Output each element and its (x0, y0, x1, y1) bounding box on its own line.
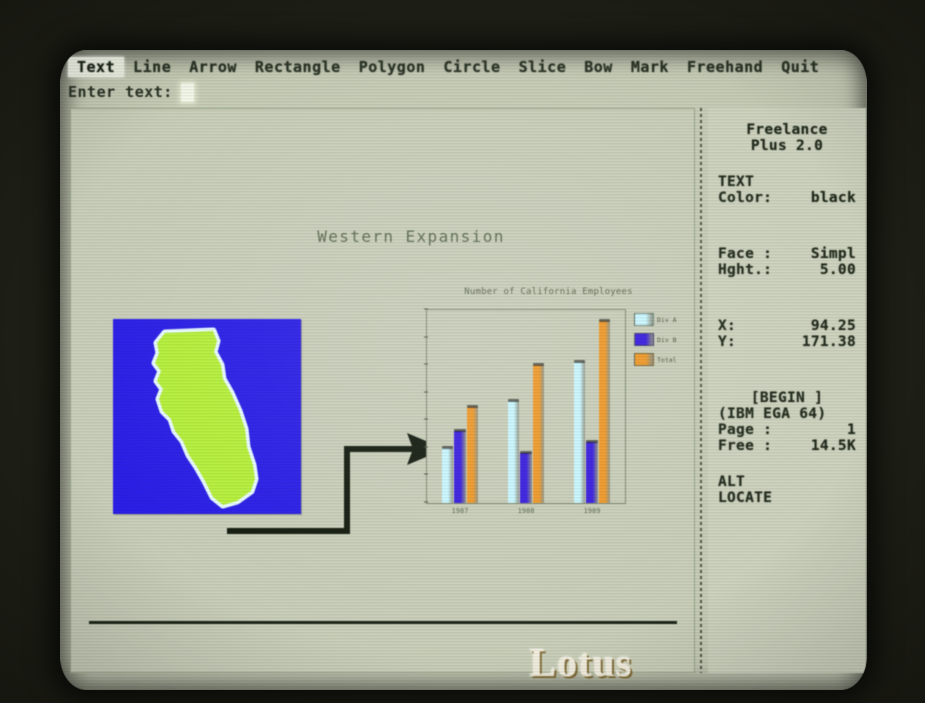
page-value: 1 (846, 422, 856, 438)
menu-item-slice[interactable]: Slice (510, 57, 576, 77)
legend-swatch (634, 333, 654, 346)
y-label: Y: (718, 334, 737, 350)
x-value: 94.25 (810, 318, 856, 334)
legend-swatch (634, 353, 654, 366)
screen: Text Line Arrow Rectangle Polygon Circle Slice… (60, 50, 867, 690)
y-tick-mark (424, 501, 428, 503)
y-coordinate: Y: 171.38 (718, 334, 856, 350)
face-value: Simpl (810, 246, 856, 262)
slide-canvas[interactable]: Western Expansion Number of California E… (70, 108, 695, 685)
legend-swatch (634, 313, 654, 326)
bar-1989-total (598, 319, 611, 503)
enter-text-label: Enter text: (68, 83, 173, 101)
bar-cap (532, 363, 545, 367)
menu-item-text[interactable]: Text (68, 57, 125, 77)
x-axis-label: 1988 (517, 507, 535, 515)
face-setting[interactable]: Face : Simpl (718, 246, 856, 262)
bar-1987-div-b (454, 429, 466, 503)
status-panel: Freelance Plus 2.0 TEXT Color: black Fac… (708, 108, 866, 673)
y-tick-mark (424, 391, 428, 393)
text-entry-line[interactable]: Enter text: (68, 80, 194, 104)
text-cursor[interactable] (180, 82, 194, 102)
x-label: X: (718, 318, 737, 334)
color-setting[interactable]: Color: black (718, 190, 856, 206)
menu-item-freehand[interactable]: Freehand (678, 57, 772, 77)
slide-title[interactable]: Western Expansion (286, 227, 536, 246)
chart-legend: Div A Div B Total (634, 313, 680, 373)
free-value: 14.5K (810, 438, 856, 454)
y-tick-mark (424, 363, 428, 365)
free-label: Free : (718, 438, 773, 454)
bar-cap (507, 399, 520, 402)
legend-item-total: Total (634, 353, 680, 366)
menu-bar[interactable]: Text Line Arrow Rectangle Polygon Circle Slice… (60, 54, 867, 80)
menu-item-arrow[interactable]: Arrow (180, 57, 246, 77)
menu-item-circle[interactable]: Circle (434, 57, 509, 77)
menu-item-polygon[interactable]: Polygon (350, 57, 435, 77)
free-memory: Free : 14.5K (718, 438, 856, 454)
y-tick-mark (424, 473, 428, 475)
y-tick-mark (424, 446, 428, 448)
bar-cap (520, 451, 532, 455)
mode-heading: TEXT (718, 174, 755, 190)
height-label: Hght.: (718, 262, 773, 278)
y-tick-mark (424, 308, 428, 310)
legend-label: Total (657, 355, 677, 364)
page-label: Page : (718, 422, 773, 438)
bar-cap (441, 445, 454, 449)
app-version: Plus 2.0 (750, 138, 824, 154)
begin-marker: [BEGIN ] (750, 390, 824, 406)
bar-cap (598, 319, 611, 323)
x-coordinate: X: 94.25 (718, 318, 856, 334)
display-device: (IBM EGA 64) (718, 406, 827, 422)
x-axis-label: 1987 (451, 507, 469, 515)
bar-1988-div-a (507, 399, 520, 503)
x-axis-label: 1989 (583, 507, 601, 515)
bar-chart-graphic[interactable]: Number of California Employees 1987 1988 1… (416, 287, 681, 537)
alt-key-indicator: ALT (718, 474, 746, 490)
legend-label: Div A (657, 315, 677, 324)
bar-cap (573, 360, 586, 364)
face-label: Face : (718, 246, 773, 262)
menu-item-quit[interactable]: Quit (772, 57, 828, 77)
chart-plot-area: 1987 1988 1989 (424, 308, 626, 515)
color-value: black (810, 190, 856, 206)
menu-item-mark[interactable]: Mark (622, 57, 678, 77)
bar-1989-div-b (586, 440, 598, 503)
height-value: 5.00 (819, 262, 856, 278)
app-name: Freelance (746, 122, 828, 138)
y-tick-mark (424, 336, 428, 338)
crt-monitor-photo: Text Line Arrow Rectangle Polygon Circle Slice… (0, 0, 925, 703)
y-tick-mark (424, 418, 428, 420)
locate-key-indicator: LOCATE (718, 490, 773, 506)
menu-item-rectangle[interactable]: Rectangle (246, 57, 350, 77)
bar-1987-total (466, 404, 479, 503)
color-label: Color: (718, 190, 773, 206)
legend-label: Div B (657, 335, 677, 344)
legend-item-div-a: Div A (634, 313, 680, 326)
bar-cap (466, 404, 479, 408)
bar-1988-div-b (520, 451, 532, 503)
menu-item-bow[interactable]: Bow (575, 57, 622, 77)
y-value: 171.38 (801, 334, 856, 350)
panel-divider (700, 108, 702, 673)
horizontal-rule[interactable] (89, 621, 677, 624)
height-setting[interactable]: Hght.: 5.00 (718, 262, 856, 278)
bar-cap (454, 429, 466, 433)
bar-1987-div-a (441, 445, 454, 503)
page-indicator: Page : 1 (718, 422, 856, 438)
bar-1989-div-a (573, 360, 586, 503)
bar-cap (586, 440, 598, 444)
chart-bars: 1987 1988 1989 (424, 308, 625, 515)
lotus-logo[interactable]: Lotus (486, 639, 676, 686)
legend-item-div-b: Div B (634, 333, 680, 346)
menu-item-line[interactable]: Line (124, 57, 180, 77)
bar-1988-total (532, 363, 545, 503)
chart-title: Number of California Employees (464, 287, 633, 297)
